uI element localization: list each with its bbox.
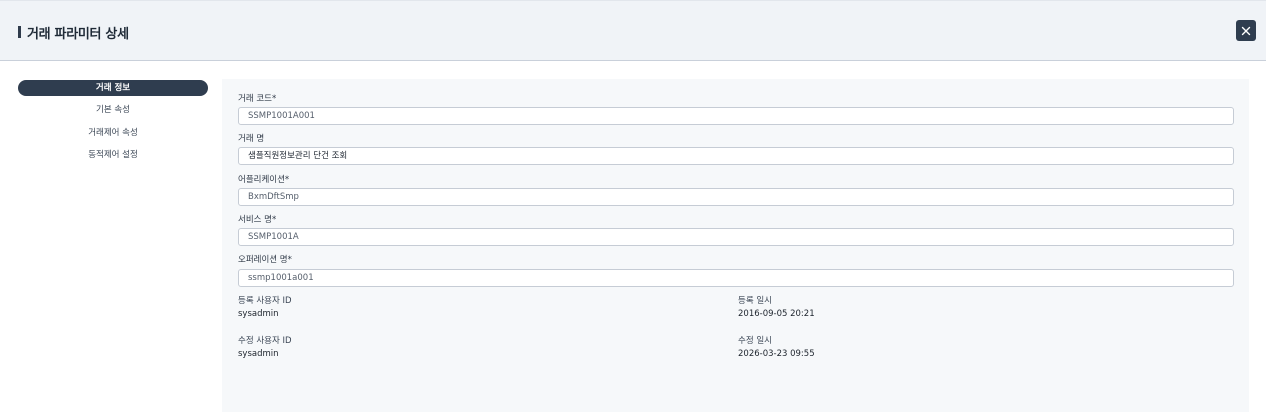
close-button[interactable] xyxy=(1236,20,1256,41)
detail-panel: 거래 코드* SSMP1001A001 거래 명 샘플직원정보관리 단건 조회 … xyxy=(222,79,1249,412)
dialog-title: 거래 파라미터 상세 xyxy=(27,27,129,42)
trade-code-label: 거래 코드* xyxy=(238,94,277,104)
operation-name-label: 오퍼레이션 명* xyxy=(238,255,292,265)
sidebar-item-dynamic-control-settings[interactable]: 동적제어 설정 xyxy=(18,147,208,163)
mod-date-value: 2026-03-23 09:55 xyxy=(738,349,815,359)
sidebar-item-trade-control-attributes[interactable]: 거래제어 속성 xyxy=(18,125,208,141)
sidebar-nav: 거래 정보 기본 속성 거래제어 속성 동적제어 설정 xyxy=(0,61,222,412)
dialog-header: 거래 파라미터 상세 xyxy=(0,0,1266,61)
operation-name-field[interactable]: ssmp1001a001 xyxy=(238,269,1234,287)
mod-date-label: 수정 일시 xyxy=(738,336,772,346)
close-icon xyxy=(1241,26,1251,35)
sidebar-item-trade-info[interactable]: 거래 정보 xyxy=(18,80,208,96)
title-accent-bar xyxy=(18,26,21,38)
reg-user-label: 등록 사용자 ID xyxy=(238,296,292,306)
application-label: 어플리케이션* xyxy=(238,175,290,185)
reg-user-value: sysadmin xyxy=(238,309,279,319)
service-name-label: 서비스 명* xyxy=(238,215,277,225)
service-name-field[interactable]: SSMP1001A xyxy=(238,228,1234,246)
trade-name-label: 거래 명 xyxy=(238,134,265,144)
mod-user-value: sysadmin xyxy=(238,349,279,359)
trade-name-field[interactable]: 샘플직원정보관리 단건 조회 xyxy=(238,147,1234,165)
sidebar-item-basic-attributes[interactable]: 기본 속성 xyxy=(18,102,208,118)
application-field[interactable]: BxmDftSmp xyxy=(238,188,1234,206)
trade-code-field[interactable]: SSMP1001A001 xyxy=(238,107,1234,125)
mod-user-label: 수정 사용자 ID xyxy=(238,336,292,346)
reg-date-label: 등록 일시 xyxy=(738,296,772,306)
reg-date-value: 2016-09-05 20:21 xyxy=(738,309,815,319)
